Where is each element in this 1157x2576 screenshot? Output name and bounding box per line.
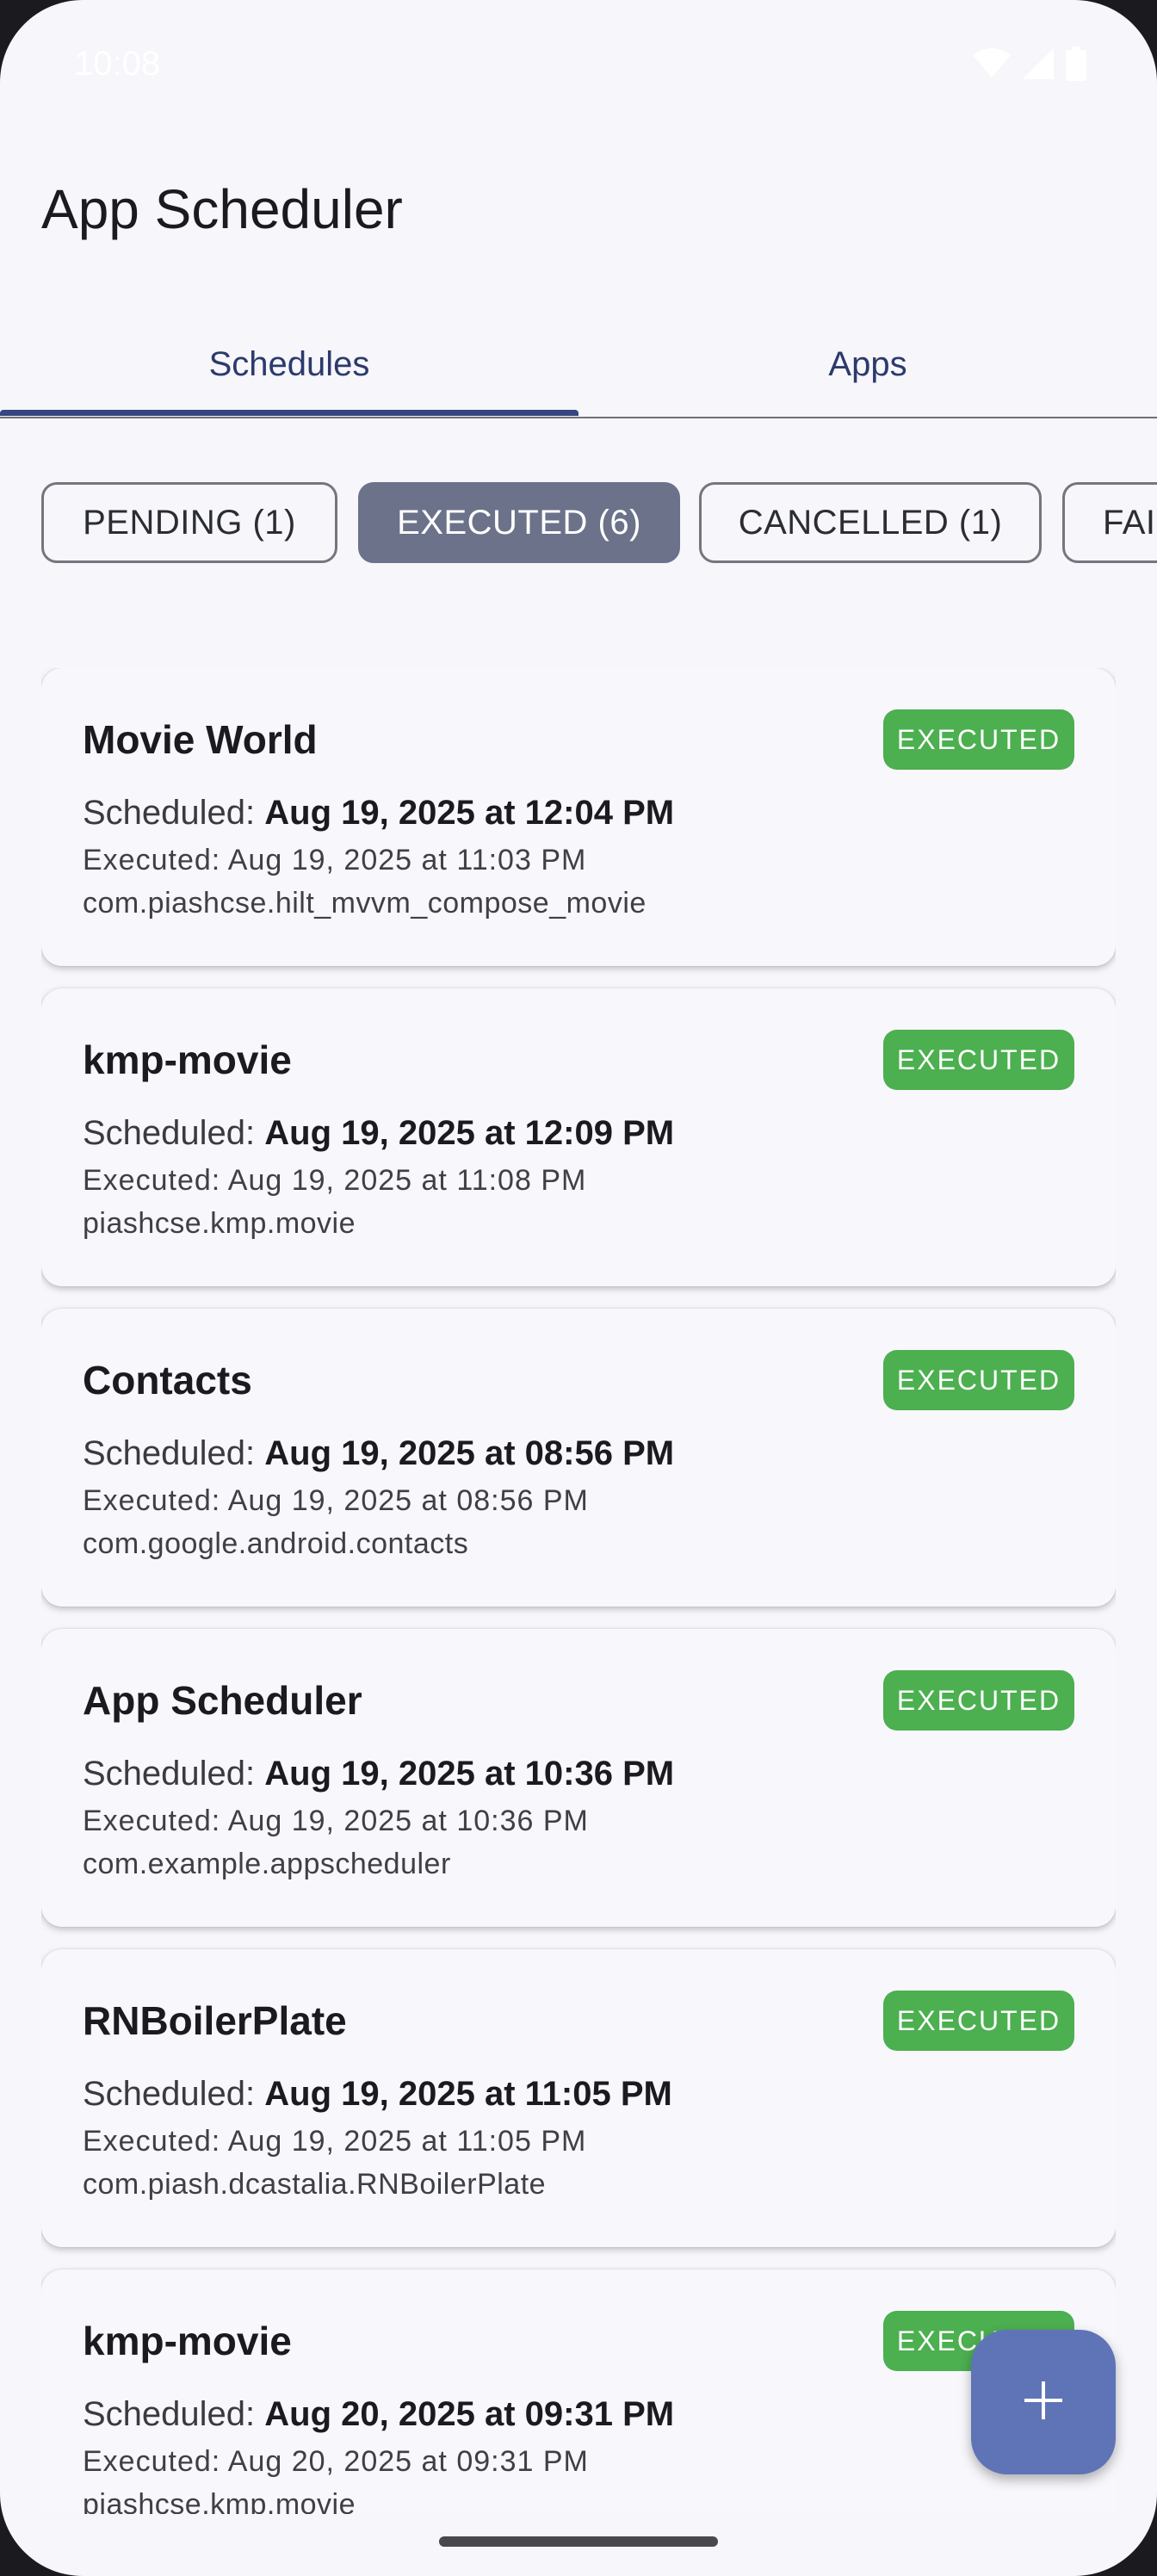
executed-time: Executed: Aug 19, 2025 at 10:36 PM bbox=[83, 1805, 589, 1837]
executed-time: Executed: Aug 19, 2025 at 11:08 PM bbox=[83, 1164, 587, 1197]
filter-chip-executed[interactable]: EXECUTED (6) bbox=[358, 482, 680, 563]
schedule-card[interactable]: Movie World EXECUTED Scheduled: Aug 19, … bbox=[41, 668, 1116, 966]
scheduled-time: Scheduled: Aug 19, 2025 at 11:05 PM bbox=[83, 2075, 672, 2114]
app-name: kmp-movie bbox=[83, 1037, 292, 1082]
status-icons bbox=[973, 46, 1086, 81]
scheduled-value: Aug 19, 2025 at 10:36 PM bbox=[264, 1755, 675, 1793]
executed-time: Executed: Aug 20, 2025 at 09:31 PM bbox=[83, 2445, 589, 2478]
status-badge: EXECUTED bbox=[883, 1350, 1074, 1410]
filter-chip-failed[interactable]: FAI bbox=[1062, 482, 1157, 563]
scheduled-label: Scheduled: bbox=[83, 794, 265, 832]
scheduled-time: Scheduled: Aug 19, 2025 at 12:09 PM bbox=[83, 1114, 674, 1153]
scheduled-label: Scheduled: bbox=[83, 1114, 265, 1152]
scheduled-label: Scheduled: bbox=[83, 2395, 265, 2433]
app-name: Movie World bbox=[83, 717, 318, 762]
scheduled-label: Scheduled: bbox=[83, 1755, 265, 1793]
scheduled-time: Scheduled: Aug 19, 2025 at 10:36 PM bbox=[83, 1755, 674, 1793]
status-badge: EXECUTED bbox=[883, 709, 1074, 770]
filter-chip-pending[interactable]: PENDING (1) bbox=[41, 482, 337, 563]
tab-apps[interactable]: Apps bbox=[578, 310, 1157, 418]
tab-indicator bbox=[0, 410, 578, 416]
signal-icon bbox=[1023, 48, 1054, 79]
scheduled-time: Scheduled: Aug 20, 2025 at 09:31 PM bbox=[83, 2395, 674, 2434]
app-name: App Scheduler bbox=[83, 1678, 362, 1723]
status-badge: EXECUTED bbox=[883, 1991, 1074, 2051]
plus-icon bbox=[1023, 2380, 1064, 2425]
schedule-card[interactable]: kmp-movie EXECUTED Scheduled: Aug 19, 20… bbox=[41, 988, 1116, 1286]
scheduled-value: Aug 20, 2025 at 09:31 PM bbox=[264, 2395, 675, 2433]
filter-chip-cancelled[interactable]: CANCELLED (1) bbox=[699, 482, 1042, 563]
tab-bar: Schedules Apps bbox=[0, 310, 1157, 418]
schedule-card[interactable]: App Scheduler EXECUTED Scheduled: Aug 19… bbox=[41, 1629, 1116, 1927]
scheduled-value: Aug 19, 2025 at 11:05 PM bbox=[264, 2075, 672, 2113]
status-time: 10:08 bbox=[74, 45, 161, 83]
package-name: com.google.android.contacts bbox=[83, 1527, 469, 1560]
scheduled-time: Scheduled: Aug 19, 2025 at 08:56 PM bbox=[83, 1434, 674, 1473]
schedule-card[interactable]: Contacts EXECUTED Scheduled: Aug 19, 202… bbox=[41, 1309, 1116, 1607]
page-title: App Scheduler bbox=[41, 178, 403, 240]
status-bar: 10:08 bbox=[0, 0, 1157, 129]
tab-schedules[interactable]: Schedules bbox=[0, 310, 578, 418]
executed-time: Executed: Aug 19, 2025 at 11:03 PM bbox=[83, 844, 587, 876]
executed-time: Executed: Aug 19, 2025 at 11:05 PM bbox=[83, 2125, 587, 2158]
app-name: kmp-movie bbox=[83, 2319, 292, 2363]
scheduled-value: Aug 19, 2025 at 08:56 PM bbox=[264, 1434, 675, 1472]
app-screen: 10:08 App Scheduler Schedules Apps PENDI… bbox=[0, 0, 1157, 2576]
app-name: Contacts bbox=[83, 1358, 252, 1403]
scheduled-value: Aug 19, 2025 at 12:09 PM bbox=[264, 1114, 675, 1152]
package-name: com.example.appscheduler bbox=[83, 1848, 451, 1880]
battery-icon bbox=[1066, 46, 1086, 81]
scheduled-label: Scheduled: bbox=[83, 1434, 265, 1472]
package-name: piashcse.kmp.movie bbox=[83, 1207, 356, 1240]
scheduled-time: Scheduled: Aug 19, 2025 at 12:04 PM bbox=[83, 794, 674, 833]
wifi-icon bbox=[973, 48, 1011, 79]
executed-time: Executed: Aug 19, 2025 at 08:56 PM bbox=[83, 1484, 589, 1517]
scheduled-label: Scheduled: bbox=[83, 2075, 265, 2113]
schedule-card[interactable]: kmp-movie EXECUTED Scheduled: Aug 20, 20… bbox=[41, 2269, 1116, 2514]
status-badge: EXECUTED bbox=[883, 1030, 1074, 1090]
package-name: piashcse.kmp.movie bbox=[83, 2488, 356, 2514]
tab-divider bbox=[0, 417, 1157, 418]
home-indicator[interactable] bbox=[439, 2536, 718, 2547]
scheduled-value: Aug 19, 2025 at 12:04 PM bbox=[264, 794, 675, 832]
schedule-list[interactable]: Movie World EXECUTED Scheduled: Aug 19, … bbox=[41, 668, 1116, 2514]
app-name: RNBoilerPlate bbox=[83, 1998, 347, 2043]
package-name: com.piashcse.hilt_mvvm_compose_movie bbox=[83, 887, 647, 920]
package-name: com.piash.dcastalia.RNBoilerPlate bbox=[83, 2168, 547, 2201]
schedule-card[interactable]: RNBoilerPlate EXECUTED Scheduled: Aug 19… bbox=[41, 1949, 1116, 2247]
add-schedule-button[interactable] bbox=[971, 2330, 1116, 2474]
status-badge: EXECUTED bbox=[883, 1670, 1074, 1731]
